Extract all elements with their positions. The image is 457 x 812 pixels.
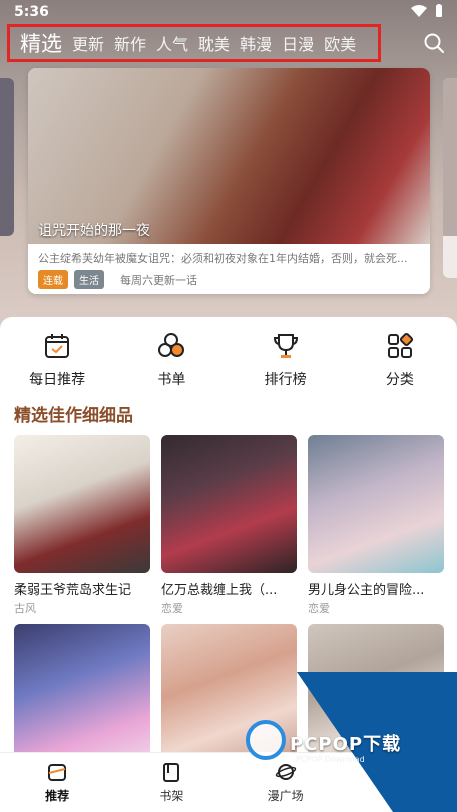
- quick-label: 书单: [157, 372, 186, 388]
- tab-bl[interactable]: 耽美: [198, 31, 230, 55]
- book-title: 亿万总裁缠上我（...: [161, 583, 278, 598]
- tab-new[interactable]: 新作: [114, 31, 146, 55]
- book-genre: 恋爱: [161, 602, 183, 615]
- calendar-check-icon: [45, 334, 70, 358]
- book-card[interactable]: 柔弱王爷荒岛求生记 古风: [14, 435, 150, 616]
- tab-korean[interactable]: 韩漫: [240, 31, 272, 55]
- quick-label: 排行榜: [264, 372, 307, 388]
- tab-featured[interactable]: 精选: [20, 28, 62, 58]
- book-card[interactable]: 亿万总裁缠上我（... 恋爱: [161, 435, 297, 616]
- wifi-icon: [411, 5, 427, 17]
- status-bar: 5:36: [0, 0, 457, 24]
- home-book-icon: [48, 764, 67, 781]
- tab-label: 漫广场: [267, 789, 304, 803]
- book-title: 男儿身公主的冒险...: [308, 583, 425, 598]
- book-title: 柔弱王爷荒岛求生记: [14, 583, 132, 598]
- tab-popular[interactable]: 人气: [156, 31, 188, 55]
- banner-tags: 连载 生活 每周六更新一话: [38, 270, 197, 289]
- watermark-sub: PCPOP Download: [296, 755, 365, 764]
- quick-label: 每日推荐: [29, 372, 86, 388]
- tab-bookshelf[interactable]: 书架: [114, 753, 228, 812]
- quick-ranking[interactable]: 排行榜: [229, 331, 343, 389]
- watermark-brand: PCPOP下载: [290, 734, 402, 755]
- carousel-next-card[interactable]: [443, 78, 457, 278]
- book-genre: 古风: [14, 602, 36, 615]
- status-icons: [411, 4, 443, 18]
- banner-description: 公主绽希芙幼年被魔女诅咒：必须和初夜对象在1年内结婚，否则，就会死...: [38, 252, 408, 265]
- tab-western[interactable]: 欧美: [324, 31, 356, 55]
- featured-banner[interactable]: 诅咒开始的那一夜 公主绽希芙幼年被魔女诅咒：必须和初夜对象在1年内结婚，否则，就…: [28, 68, 430, 294]
- book-cover: [308, 435, 444, 573]
- tab-japanese[interactable]: 日漫: [282, 31, 314, 55]
- tab-updates[interactable]: 更新: [72, 31, 104, 55]
- tab-label: 书架: [159, 789, 184, 803]
- tab-recommend[interactable]: 推荐: [0, 753, 114, 812]
- circles-icon: [158, 333, 185, 357]
- battery-icon: [436, 4, 442, 17]
- update-schedule: 每周六更新一话: [120, 273, 197, 287]
- book-card[interactable]: [14, 624, 150, 770]
- trophy-icon: [273, 334, 298, 358]
- category-nav: 精选 更新 新作 人气 耽美 韩漫 日漫 欧美: [7, 24, 381, 62]
- section-title: 精选佳作细细品: [14, 406, 133, 426]
- tab-label: 推荐: [45, 789, 70, 803]
- planet-icon: [275, 764, 296, 780]
- book-cover: [14, 435, 150, 573]
- bookshelf-icon: [163, 763, 180, 782]
- status-time: 5:36: [14, 4, 49, 20]
- status-badge: 连载: [38, 270, 68, 289]
- book-cover: [14, 624, 150, 762]
- quick-label: 分类: [385, 372, 414, 388]
- book-genre: 恋爱: [308, 602, 330, 615]
- book-card[interactable]: 男儿身公主的冒险... 恋爱: [308, 435, 444, 616]
- quick-daily-recommend[interactable]: 每日推荐: [0, 331, 114, 389]
- quick-categories[interactable]: 分类: [343, 331, 457, 389]
- search-icon[interactable]: [423, 32, 445, 54]
- banner-title: 诅咒开始的那一夜: [38, 223, 150, 239]
- quick-booklist[interactable]: 书单: [114, 331, 228, 389]
- watermark-logo: [246, 720, 286, 760]
- genre-badge: 生活: [74, 270, 104, 289]
- banner-artwork: [28, 68, 430, 244]
- category-icon: [387, 332, 413, 358]
- book-cover: [161, 435, 297, 573]
- carousel-prev-card[interactable]: [0, 78, 14, 236]
- quick-entries: 每日推荐 书单 排行榜 分类: [0, 331, 457, 389]
